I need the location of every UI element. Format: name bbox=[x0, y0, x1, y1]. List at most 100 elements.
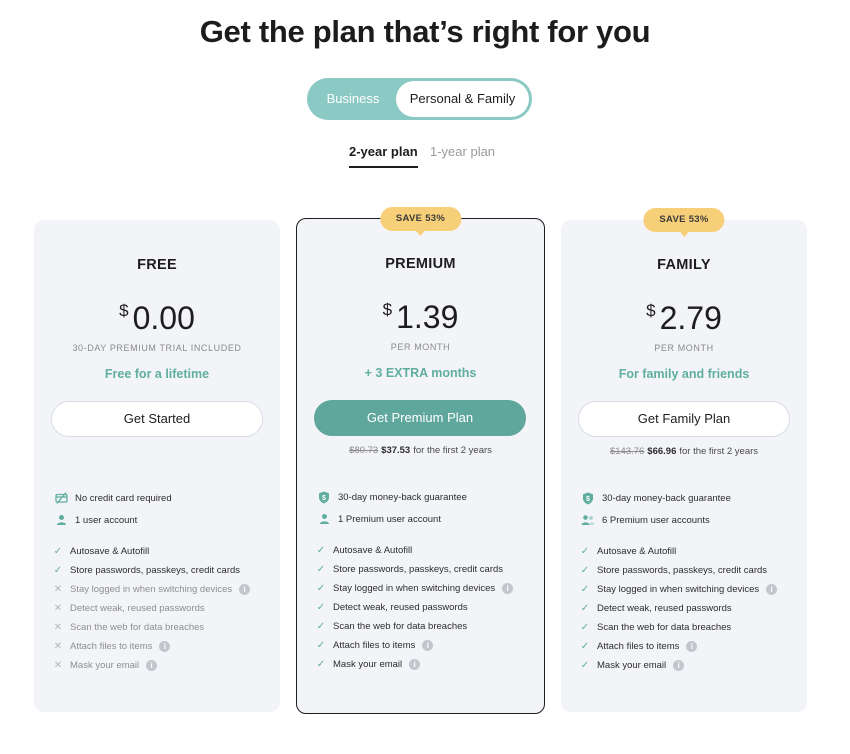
cross-icon: ✕ bbox=[53, 660, 63, 671]
plan-meta-list: No credit card required 1 user account bbox=[53, 487, 172, 531]
new-price: $66.96 bbox=[647, 446, 677, 457]
cross-icon: ✕ bbox=[53, 622, 63, 633]
check-icon: ✓ bbox=[316, 602, 326, 613]
plan-price: $1.39 bbox=[297, 299, 544, 336]
old-price: $80.73 bbox=[349, 445, 379, 456]
plan-meta-text: 6 Premium user accounts bbox=[602, 514, 710, 526]
info-icon[interactable]: i bbox=[686, 641, 698, 652]
tab-1-year-plan[interactable]: 1-year plan bbox=[430, 144, 495, 159]
toggle-business[interactable]: Business bbox=[307, 78, 399, 120]
plan-meta-list: $30-day money-back guarantee 6 Premium us… bbox=[580, 487, 731, 531]
plan-price: $2.79 bbox=[561, 300, 807, 337]
check-icon: ✓ bbox=[316, 583, 326, 594]
plan-meta-item: 1 user account bbox=[53, 509, 172, 531]
info-icon[interactable]: i bbox=[409, 659, 421, 670]
promo-price: $143.76 $66.96 for the first 2 years bbox=[561, 446, 807, 457]
check-icon: ✓ bbox=[316, 545, 326, 556]
plan-card-free: FREE $0.00 30-DAY PREMIUM TRIAL INCLUDED… bbox=[34, 220, 280, 712]
new-price: $37.53 bbox=[381, 445, 411, 456]
feature-item: ✓ Scan the web for data breaches bbox=[316, 617, 513, 636]
feature-text: Store passwords, passkeys, credit cards bbox=[70, 565, 241, 576]
plan-meta-text: No credit card required bbox=[75, 492, 172, 504]
check-icon: ✓ bbox=[316, 640, 326, 651]
save-badge: SAVE 53% bbox=[379, 207, 462, 236]
get-family-plan-button[interactable]: Get Family Plan bbox=[578, 401, 790, 437]
info-icon[interactable]: i bbox=[502, 583, 514, 594]
price-subtitle: PER MONTH bbox=[654, 343, 714, 353]
feature-text: Scan the web for data breaches bbox=[70, 622, 205, 633]
feature-text: Mask your email bbox=[70, 660, 140, 671]
price-amount: 2.79 bbox=[659, 300, 722, 336]
feature-text: Detect weak, reused passwords bbox=[70, 603, 205, 614]
no-card-icon bbox=[53, 490, 69, 506]
cross-icon: ✕ bbox=[53, 641, 63, 652]
feature-item: ✕ Mask your email i bbox=[53, 656, 250, 675]
currency-symbol: $ bbox=[382, 300, 393, 319]
shield-dollar-icon: $ bbox=[580, 490, 596, 506]
feature-text: Scan the web for data breaches bbox=[333, 621, 468, 632]
tab-2-year-plan[interactable]: 2-year plan bbox=[349, 144, 418, 168]
user-icon bbox=[316, 511, 332, 527]
info-icon[interactable]: i bbox=[146, 660, 158, 671]
feature-item: ✓ Attach files to items i bbox=[316, 636, 513, 655]
info-icon[interactable]: i bbox=[422, 640, 434, 651]
feature-item: ✓ Attach files to items i bbox=[580, 637, 777, 656]
plan-name: FAMILY bbox=[657, 257, 711, 273]
feature-text: Attach files to items bbox=[597, 641, 680, 652]
promo-suffix: for the first 2 years bbox=[413, 445, 492, 456]
plan-meta-item: $30-day money-back guarantee bbox=[580, 487, 731, 509]
page-title: Get the plan that’s right for you bbox=[199, 14, 651, 49]
feature-item: ✓ Store passwords, passkeys, credit cards bbox=[580, 561, 777, 580]
plan-meta-item: 6 Premium user accounts bbox=[580, 509, 731, 531]
save-badge: SAVE 53% bbox=[643, 208, 725, 237]
info-icon[interactable]: i bbox=[766, 584, 778, 595]
plan-meta-item: No credit card required bbox=[53, 487, 172, 509]
feature-item: ✓ Stay logged in when switching devices i bbox=[316, 579, 514, 598]
plan-name: PREMIUM bbox=[385, 256, 456, 272]
toggle-personal-family[interactable]: Personal & Family bbox=[396, 81, 529, 117]
get-premium-plan-button[interactable]: Get Premium Plan bbox=[314, 400, 526, 436]
feature-text: Mask your email bbox=[597, 660, 667, 671]
old-price: $143.76 bbox=[609, 446, 645, 457]
feature-text: Store passwords, passkeys, credit cards bbox=[333, 564, 504, 575]
check-icon: ✓ bbox=[53, 546, 63, 557]
get-started-button[interactable]: Get Started bbox=[51, 401, 263, 437]
price-subtitle: 30-DAY PREMIUM TRIAL INCLUDED bbox=[72, 343, 242, 353]
plan-meta-list: $30-day money-back guarantee 1 Premium us… bbox=[316, 486, 467, 530]
plan-meta-text: 1 user account bbox=[75, 514, 138, 526]
feature-item: ✓ Scan the web for data breaches bbox=[580, 618, 777, 637]
info-icon[interactable]: i bbox=[159, 641, 171, 652]
feature-item: ✓ Autosave & Autofill bbox=[580, 542, 777, 561]
plan-meta-item: $30-day money-back guarantee bbox=[316, 486, 467, 508]
feature-text: Scan the web for data breaches bbox=[597, 622, 732, 633]
info-icon[interactable]: i bbox=[239, 584, 251, 595]
check-icon: ✓ bbox=[580, 584, 590, 595]
feature-text: Attach files to items bbox=[70, 641, 153, 652]
shield-dollar-icon: $ bbox=[316, 489, 332, 505]
feature-text: Stay logged in when switching devices bbox=[333, 583, 496, 594]
feature-text: Stay logged in when switching devices bbox=[70, 584, 233, 595]
feature-text: Autosave & Autofill bbox=[70, 546, 150, 557]
feature-text: Autosave & Autofill bbox=[597, 546, 677, 557]
plan-name: FREE bbox=[137, 257, 177, 273]
feature-text: Autosave & Autofill bbox=[333, 545, 413, 556]
feature-list: ✓ Autosave & Autofill ✓ Store passwords, pa… bbox=[316, 541, 514, 674]
plan-tagline: For family and friends bbox=[618, 367, 750, 381]
segment-toggle: Business Personal & Family bbox=[307, 78, 532, 120]
feature-text: Store passwords, passkeys, credit cards bbox=[597, 565, 768, 576]
feature-text: Attach files to items bbox=[333, 640, 416, 651]
feature-item: ✓ Store passwords, passkeys, credit cards bbox=[316, 560, 513, 579]
feature-item: ✓ Detect weak, reused passwords bbox=[316, 598, 513, 617]
plan-card-premium: SAVE 53% PREMIUM $1.39 PER MONTH + 3 EXT… bbox=[296, 207, 545, 714]
plan-meta-text: 30-day money-back guarantee bbox=[602, 492, 731, 504]
feature-item: ✓ Autosave & Autofill bbox=[316, 541, 513, 560]
feature-list: ✓ Autosave & Autofill ✓ Store passwords, pa… bbox=[580, 542, 778, 675]
price-amount: 0.00 bbox=[132, 300, 195, 336]
check-icon: ✓ bbox=[316, 621, 326, 632]
cross-icon: ✕ bbox=[53, 603, 63, 614]
plan-meta-text: 1 Premium user account bbox=[338, 513, 441, 525]
feature-item: ✓ Autosave & Autofill bbox=[53, 542, 250, 561]
info-icon[interactable]: i bbox=[673, 660, 685, 671]
plan-price: $0.00 bbox=[34, 300, 280, 337]
promo-suffix: for the first 2 years bbox=[679, 446, 759, 457]
